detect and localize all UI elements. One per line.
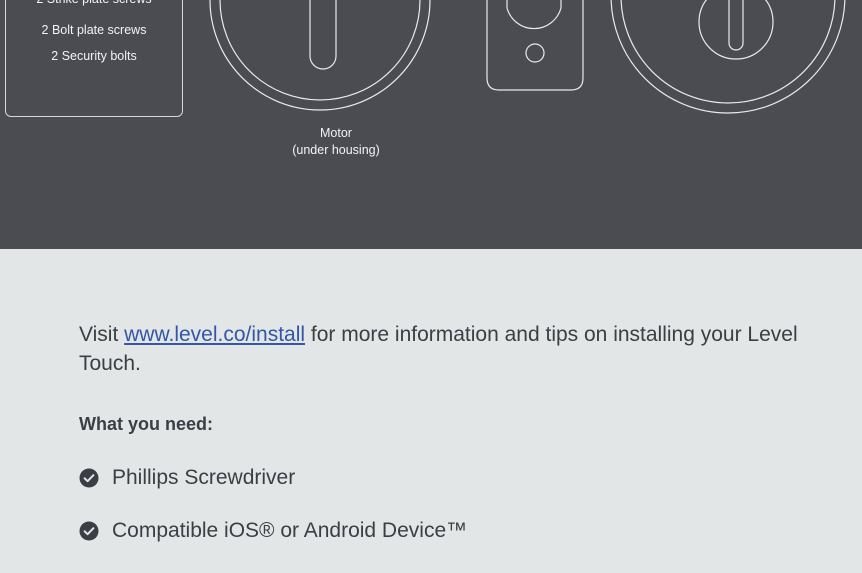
check-circle-icon	[79, 521, 99, 541]
bolt-plate	[486, 0, 584, 91]
housing-inner-ring	[620, 0, 836, 104]
intro-prefix: Visit	[79, 323, 125, 346]
install-link[interactable]: www.level.co/install	[124, 323, 305, 346]
motor-caption-line: (under housing)	[292, 143, 380, 157]
what-you-need-heading: What you need:	[79, 414, 213, 434]
bolt-plate-screw-hole	[525, 43, 545, 63]
needs-list: Phillips Screwdriver Compatible iOS® or …	[79, 464, 467, 570]
housing-knob-slot	[728, 0, 744, 51]
install-intro: Visit www.level.co/install for more info…	[79, 320, 819, 378]
housing-outer-ring	[610, 0, 846, 114]
needs-item-label: Phillips Screwdriver	[112, 466, 296, 489]
needs-item: Compatible iOS® or Android Device™	[79, 517, 467, 545]
install-info: Visit www.level.co/install for more info…	[79, 320, 819, 542]
check-circle-icon	[79, 468, 99, 488]
motor-caption-line: Motor	[320, 126, 352, 140]
needs-item-label: Compatible iOS® or Android Device™	[112, 519, 468, 542]
motor-key-slot	[309, 0, 337, 70]
needs-item: Phillips Screwdriver	[79, 464, 467, 492]
hero-illustration-panel: 2 Strike plate screws 2 Bolt plate screw…	[0, 0, 862, 249]
bolt-plate-cutout	[506, 0, 562, 30]
motor-outer-ring	[209, 0, 431, 111]
motor-caption: Motor (under housing)	[266, 125, 406, 159]
lock-parts-drawing	[209, 0, 846, 114]
